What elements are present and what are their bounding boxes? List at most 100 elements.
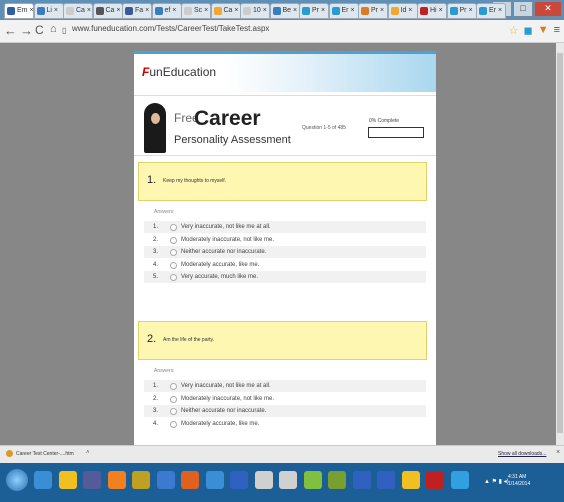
taskbar-app-icon[interactable] bbox=[426, 471, 444, 489]
taskbar-app-icon[interactable] bbox=[377, 471, 395, 489]
option-number: 2. bbox=[153, 395, 159, 402]
radio-button[interactable] bbox=[170, 420, 177, 428]
funeducation-logo[interactable]: FunEducation bbox=[142, 65, 216, 79]
option-number: 3. bbox=[153, 408, 159, 414]
taskbar-app-icon[interactable] bbox=[205, 471, 224, 489]
page-scrollbar[interactable] bbox=[556, 43, 564, 445]
tab-close-icon[interactable]: × bbox=[467, 7, 472, 14]
answer-option[interactable]: 1. Very inaccurate, not like me at all. bbox=[144, 221, 426, 233]
tab-favicon-icon bbox=[449, 7, 458, 15]
tab-close-icon[interactable]: × bbox=[437, 7, 443, 14]
browser-tab[interactable]: Pr × bbox=[299, 3, 329, 19]
radio-button[interactable] bbox=[170, 274, 177, 281]
tab-close-icon[interactable]: × bbox=[349, 7, 354, 14]
answer-option[interactable]: 4. Moderately accurate, like me. bbox=[144, 418, 426, 430]
taskbar-app-icon[interactable] bbox=[450, 471, 469, 489]
browser-tab[interactable]: Em × bbox=[4, 3, 34, 19]
chevron-up-icon[interactable]: ˄ bbox=[86, 450, 90, 456]
forward-icon[interactable]: → bbox=[20, 23, 33, 38]
taskbar-app-icon[interactable] bbox=[181, 471, 199, 489]
window-close-button[interactable]: ✕ bbox=[534, 1, 562, 17]
radio-button[interactable] bbox=[170, 395, 177, 403]
tab-close-icon[interactable]: × bbox=[496, 7, 502, 14]
tab-label: Sc bbox=[194, 7, 203, 14]
taskbar-app-icon[interactable] bbox=[132, 471, 150, 489]
tab-close-icon[interactable]: × bbox=[378, 7, 384, 14]
browser-tab[interactable]: Be × bbox=[269, 3, 300, 19]
radio-button[interactable] bbox=[170, 408, 177, 415]
tab-close-icon[interactable]: × bbox=[170, 7, 176, 14]
radio-button[interactable] bbox=[170, 383, 177, 390]
taskbar-app-icon[interactable] bbox=[254, 471, 273, 489]
browser-tab[interactable]: Hi × bbox=[417, 3, 447, 19]
extension-icon[interactable]: ▼ bbox=[538, 24, 549, 37]
answer-option[interactable]: 3. Neither accurate nor inaccurate. bbox=[144, 246, 426, 258]
tab-close-icon[interactable]: × bbox=[406, 7, 412, 14]
tab-favicon-icon bbox=[154, 7, 163, 15]
browser-tab[interactable]: Li × bbox=[33, 3, 64, 19]
star-icon[interactable]: ☆ bbox=[509, 24, 519, 37]
browser-tab[interactable]: Ca × bbox=[63, 3, 93, 19]
tab-label: Pr bbox=[312, 7, 319, 14]
tab-close-icon[interactable]: × bbox=[232, 7, 238, 14]
extension-icon[interactable]: ◼ bbox=[524, 24, 533, 37]
show-all-downloads-link[interactable]: Show all downloads... bbox=[498, 451, 546, 457]
maximize-button[interactable]: □ bbox=[513, 1, 533, 17]
browser-tab[interactable]: Er × bbox=[328, 3, 359, 19]
browser-tab[interactable]: 10 × bbox=[240, 3, 270, 19]
clock[interactable]: 4:31 AM 1/14/2014 bbox=[508, 474, 530, 488]
radio-button[interactable] bbox=[170, 261, 177, 269]
taskbar-app-icon[interactable] bbox=[279, 471, 297, 489]
answer-option[interactable]: 1. Very inaccurate, not like me at all. bbox=[144, 380, 426, 392]
browser-tab[interactable]: Fa × bbox=[122, 3, 152, 19]
tab-favicon-icon bbox=[479, 7, 487, 15]
taskbar-app-icon[interactable] bbox=[34, 471, 52, 489]
taskbar-app-icon[interactable] bbox=[352, 471, 371, 489]
taskbar-app-icon[interactable] bbox=[156, 471, 175, 489]
taskbar-app-icon[interactable] bbox=[328, 471, 346, 489]
reload-icon[interactable]: C bbox=[35, 23, 44, 37]
answer-option[interactable]: 3. Neither accurate nor inaccurate. bbox=[144, 405, 426, 417]
browser-tab[interactable]: Sc × bbox=[181, 3, 211, 19]
answer-option[interactable]: 4. Moderately accurate, like me. bbox=[144, 259, 426, 271]
tab-close-icon[interactable]: × bbox=[52, 7, 58, 14]
tab-close-icon[interactable]: × bbox=[114, 7, 120, 14]
option-number: 3. bbox=[153, 249, 159, 255]
back-icon[interactable]: ← bbox=[4, 23, 17, 38]
menu-icon[interactable]: ≡ bbox=[554, 24, 560, 37]
home-icon[interactable]: ⌂ bbox=[50, 23, 57, 35]
download-item[interactable]: Career Test Center-....htm ˄ bbox=[4, 448, 90, 459]
browser-tab[interactable]: Ca × bbox=[92, 3, 123, 19]
address-bar[interactable]: www.funeducation.com/Tests/CareerTest/Ta… bbox=[72, 24, 269, 33]
browser-tab[interactable]: ef × bbox=[151, 3, 182, 19]
radio-button[interactable] bbox=[170, 224, 177, 231]
tab-close-icon[interactable]: × bbox=[143, 7, 149, 14]
close-download-bar-button[interactable]: × bbox=[556, 449, 560, 456]
tab-close-icon[interactable]: × bbox=[202, 7, 208, 14]
browser-tab[interactable]: Er × bbox=[476, 3, 506, 19]
tab-close-icon[interactable]: × bbox=[85, 7, 91, 14]
taskbar-app-icon[interactable] bbox=[303, 471, 322, 489]
taskbar-app-icon[interactable] bbox=[83, 471, 101, 489]
taskbar-app-icon[interactable] bbox=[58, 471, 77, 489]
start-button[interactable] bbox=[6, 469, 28, 491]
tab-close-icon[interactable]: × bbox=[291, 7, 297, 14]
browser-tab[interactable]: Pr × bbox=[446, 3, 477, 19]
option-number: 2. bbox=[153, 236, 159, 243]
option-label: Moderately inaccurate, not like me. bbox=[181, 395, 275, 402]
tab-close-icon[interactable]: × bbox=[28, 7, 33, 14]
tab-close-icon[interactable]: × bbox=[319, 7, 325, 14]
answer-option[interactable]: 5. Very accurate, much like me. bbox=[144, 271, 426, 283]
tab-close-icon[interactable]: × bbox=[261, 7, 267, 14]
taskbar-app-icon[interactable] bbox=[401, 471, 420, 489]
answer-option[interactable]: 2. Moderately inaccurate, not like me. bbox=[144, 393, 426, 405]
tab-favicon-icon bbox=[272, 7, 281, 15]
radio-button[interactable] bbox=[170, 236, 177, 244]
radio-button[interactable] bbox=[170, 249, 177, 256]
browser-tab[interactable]: Ca × bbox=[210, 3, 241, 19]
browser-tab[interactable]: Pr × bbox=[358, 3, 388, 19]
answer-option[interactable]: 2. Moderately inaccurate, not like me. bbox=[144, 234, 426, 246]
taskbar-app-icon[interactable] bbox=[230, 471, 248, 489]
browser-tab[interactable]: Id × bbox=[387, 3, 418, 19]
taskbar-app-icon[interactable] bbox=[107, 471, 126, 489]
